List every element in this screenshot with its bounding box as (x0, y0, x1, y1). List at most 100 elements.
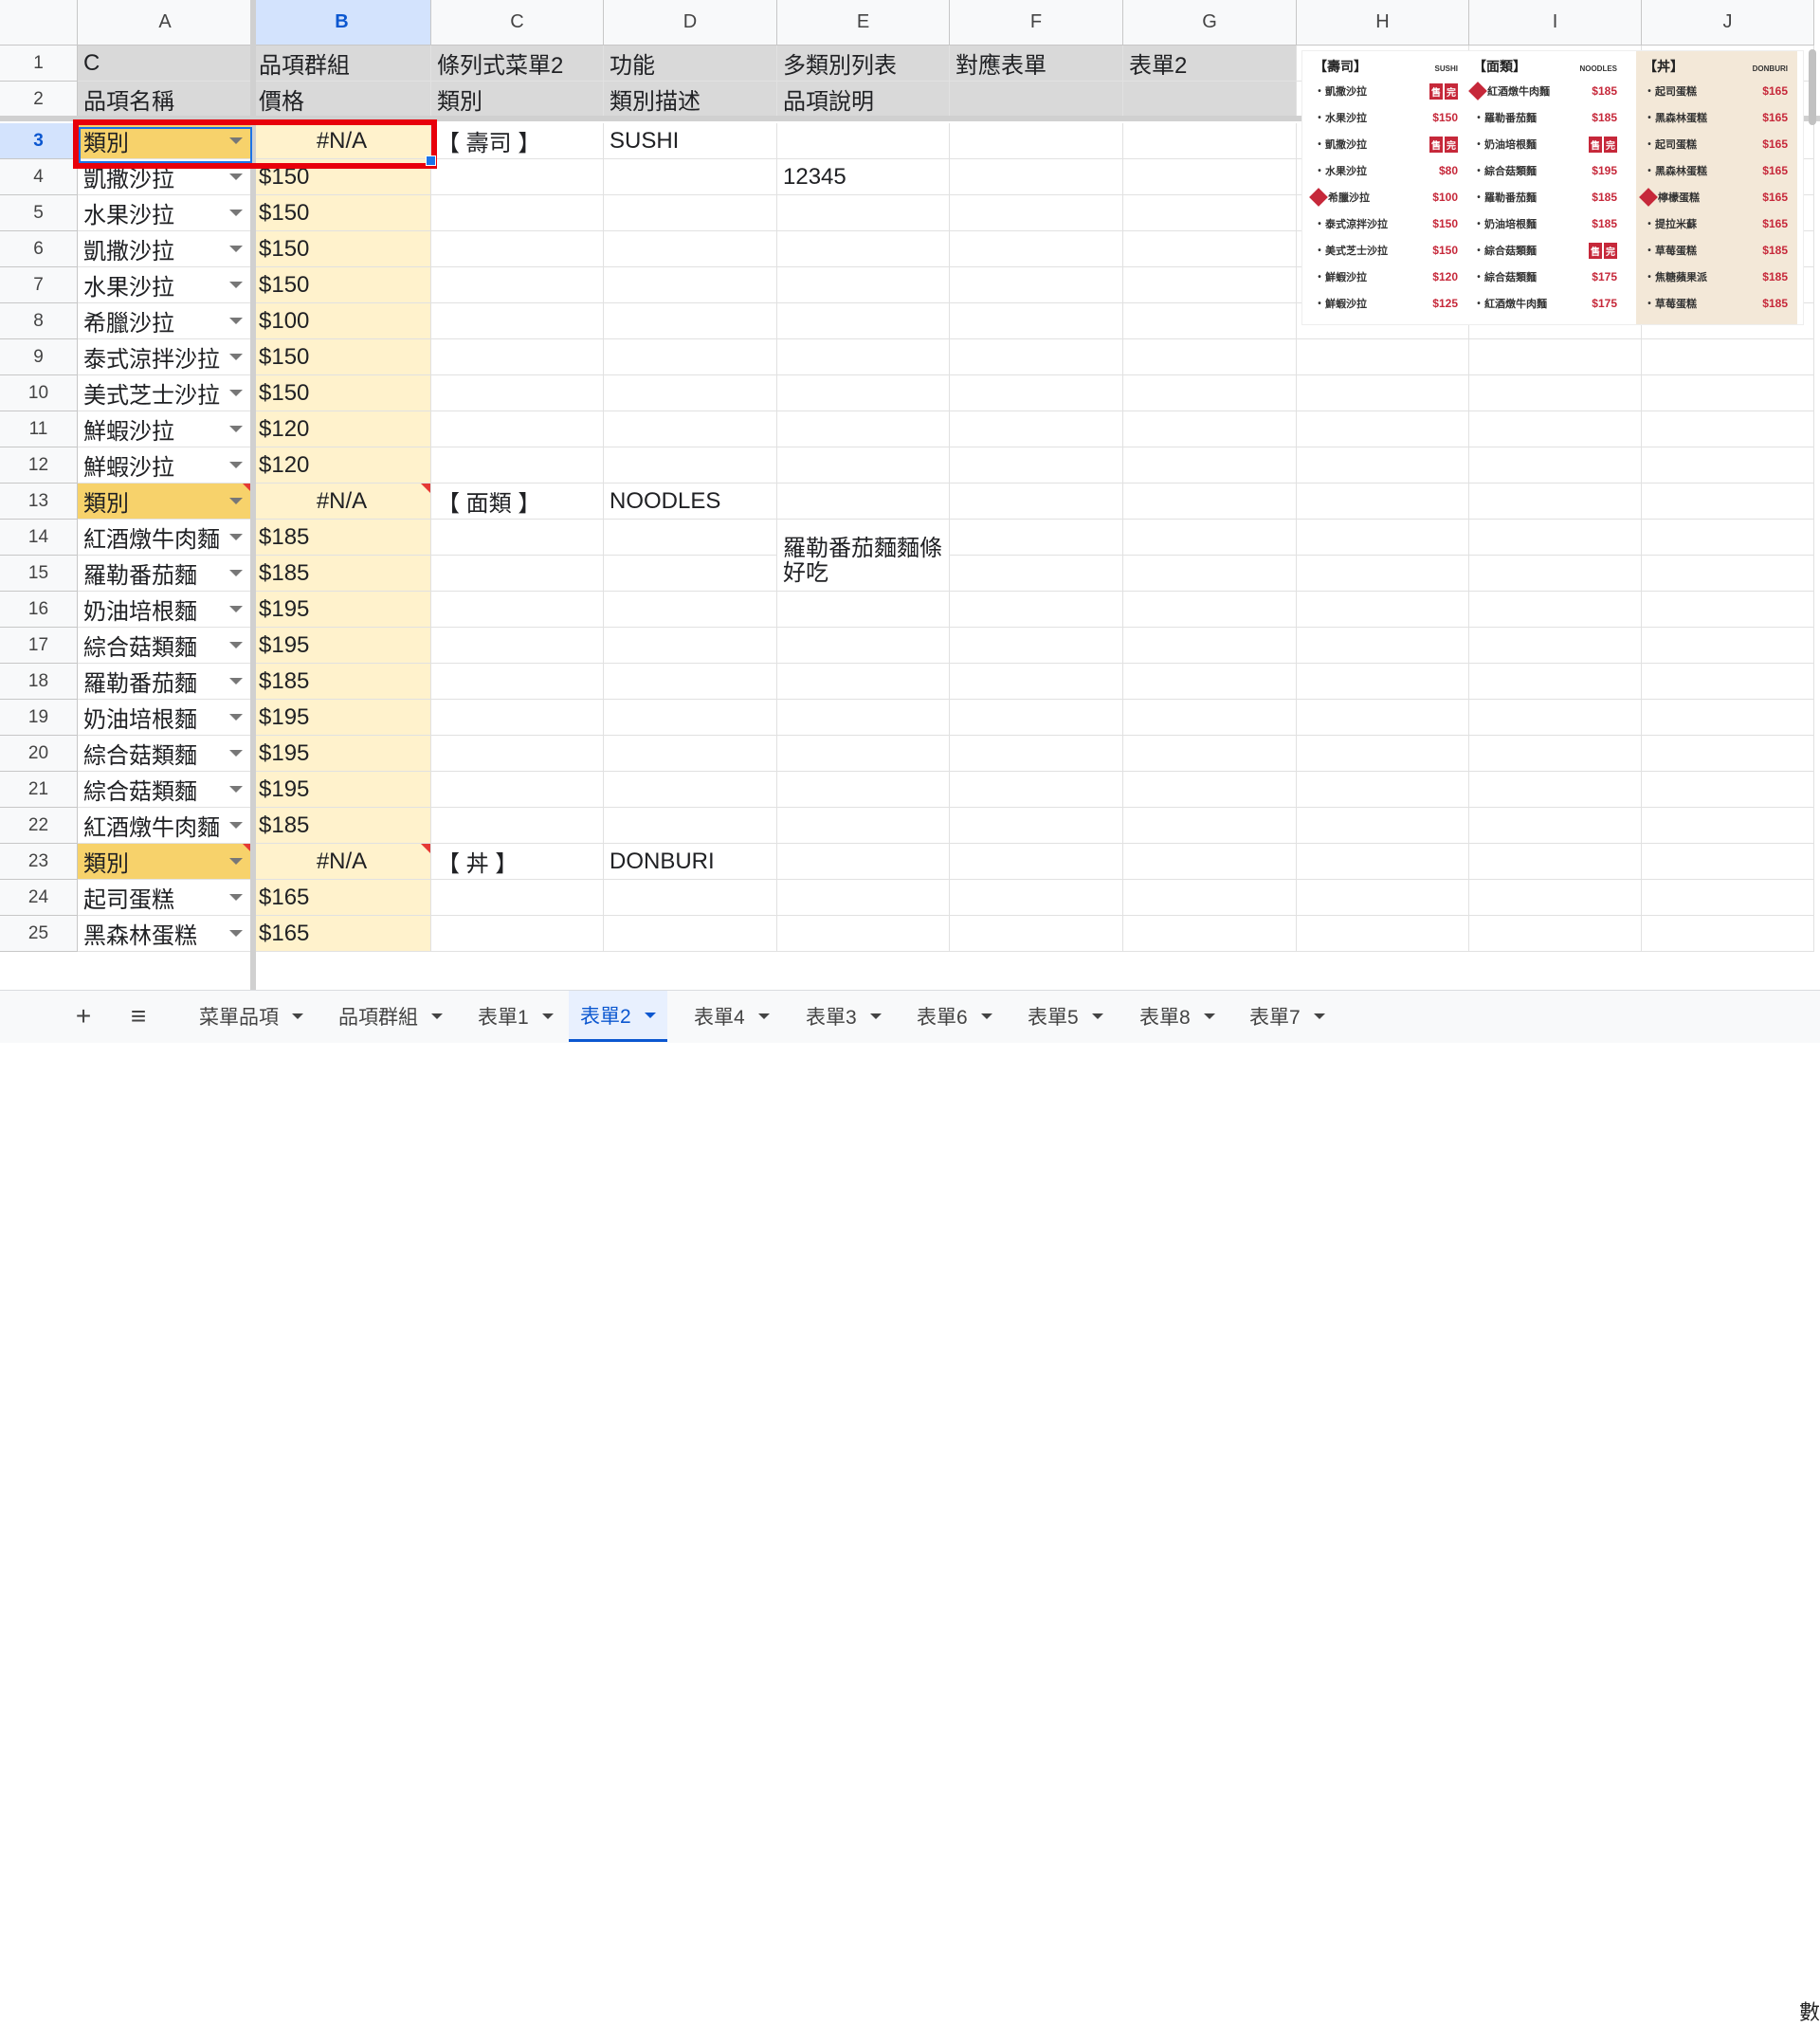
cell-h13[interactable] (1297, 484, 1469, 520)
cell-f25[interactable] (950, 916, 1123, 952)
cell-e21[interactable] (777, 772, 950, 808)
cell-g22[interactable] (1123, 808, 1297, 844)
dropdown-chevron-icon[interactable] (229, 173, 243, 180)
cell-h11[interactable] (1297, 411, 1469, 447)
dropdown-chevron-icon[interactable] (229, 354, 243, 360)
cell-h25[interactable] (1297, 916, 1469, 952)
cell-e16[interactable] (777, 592, 950, 628)
cell-b18[interactable]: $185 (253, 664, 431, 700)
cell-a5[interactable]: 水果沙拉 (78, 195, 253, 231)
add-sheet-button[interactable]: + (64, 991, 102, 1042)
cell-e15[interactable]: 羅勒番茄麵麵條好吃 (777, 537, 950, 592)
cell-b24[interactable]: $165 (253, 880, 431, 916)
cell-f2[interactable] (950, 82, 1123, 118)
column-header-g[interactable]: G (1123, 0, 1297, 46)
cell-b9[interactable]: $150 (253, 339, 431, 375)
sheet-tab-6[interactable]: 表單3 (794, 991, 893, 1042)
dropdown-chevron-icon[interactable] (229, 534, 243, 540)
cell-e2[interactable]: 品項說明 (777, 82, 950, 118)
row-header-6[interactable]: 6 (0, 231, 78, 267)
cell-c12[interactable] (431, 447, 604, 484)
row-header-11[interactable]: 11 (0, 411, 78, 447)
cell-b17[interactable]: $195 (253, 628, 431, 664)
cell-a7[interactable]: 水果沙拉 (78, 267, 253, 303)
cell-c21[interactable] (431, 772, 604, 808)
cell-b12[interactable]: $120 (253, 447, 431, 484)
cell-b13[interactable]: #N/A (253, 484, 431, 520)
cell-c16[interactable] (431, 592, 604, 628)
cell-i15[interactable] (1469, 556, 1642, 592)
cell-i11[interactable] (1469, 411, 1642, 447)
cell-g21[interactable] (1123, 772, 1297, 808)
cell-c8[interactable] (431, 303, 604, 339)
cell-j14[interactable] (1642, 520, 1814, 556)
cell-c18[interactable] (431, 664, 604, 700)
cell-j21[interactable] (1642, 772, 1814, 808)
column-header-e[interactable]: E (777, 0, 950, 46)
cell-i18[interactable] (1469, 664, 1642, 700)
cell-j17[interactable] (1642, 628, 1814, 664)
cell-c14[interactable] (431, 520, 604, 556)
row-header-22[interactable]: 22 (0, 808, 78, 844)
cell-a10[interactable]: 美式芝士沙拉 (78, 375, 253, 411)
sheet-tab-10[interactable]: 表單7 (1238, 991, 1337, 1042)
cell-j24[interactable] (1642, 880, 1814, 916)
cell-b22[interactable]: $185 (253, 808, 431, 844)
cell-d2[interactable]: 類別描述 (604, 82, 777, 118)
cell-f8[interactable] (950, 303, 1123, 339)
cell-h19[interactable] (1297, 700, 1469, 736)
cell-e9[interactable] (777, 339, 950, 375)
cell-h12[interactable] (1297, 447, 1469, 484)
cell-h18[interactable] (1297, 664, 1469, 700)
cell-a3[interactable]: 類別 (78, 123, 253, 159)
dropdown-chevron-icon[interactable] (229, 498, 243, 504)
cell-d14[interactable] (604, 520, 777, 556)
cell-e7[interactable] (777, 267, 950, 303)
cell-i20[interactable] (1469, 736, 1642, 772)
cell-d18[interactable] (604, 664, 777, 700)
cell-d21[interactable] (604, 772, 777, 808)
all-sheets-menu-icon[interactable]: ≡ (119, 991, 157, 1042)
cell-f17[interactable] (950, 628, 1123, 664)
sheet-tab-2[interactable]: 品項群組 (327, 991, 454, 1042)
cell-f11[interactable] (950, 411, 1123, 447)
cell-c5[interactable] (431, 195, 604, 231)
chevron-down-icon[interactable] (980, 1013, 992, 1019)
row-header-8[interactable]: 8 (0, 303, 78, 339)
cell-f1[interactable]: 對應表單 (950, 46, 1123, 82)
cell-i9[interactable] (1469, 339, 1642, 375)
cell-g8[interactable] (1123, 303, 1297, 339)
dropdown-chevron-icon[interactable] (229, 210, 243, 216)
cell-g5[interactable] (1123, 195, 1297, 231)
cell-d22[interactable] (604, 808, 777, 844)
cell-b5[interactable]: $150 (253, 195, 431, 231)
cell-a2[interactable]: 品項名稱 (78, 82, 253, 118)
cell-j11[interactable] (1642, 411, 1814, 447)
cell-b2[interactable]: 價格 (253, 82, 431, 118)
cell-i13[interactable] (1469, 484, 1642, 520)
cell-d9[interactable] (604, 339, 777, 375)
cell-g3[interactable] (1123, 123, 1297, 159)
cell-f20[interactable] (950, 736, 1123, 772)
cell-i24[interactable] (1469, 880, 1642, 916)
dropdown-chevron-icon[interactable] (229, 894, 243, 901)
cell-i25[interactable] (1469, 916, 1642, 952)
cell-j12[interactable] (1642, 447, 1814, 484)
cell-f16[interactable] (950, 592, 1123, 628)
cell-j10[interactable] (1642, 375, 1814, 411)
dropdown-chevron-icon[interactable] (229, 678, 243, 684)
cell-h16[interactable] (1297, 592, 1469, 628)
cell-a25[interactable]: 黑森林蛋糕 (78, 916, 253, 952)
cell-h23[interactable] (1297, 844, 1469, 880)
cell-i19[interactable] (1469, 700, 1642, 736)
cell-d1[interactable]: 功能 (604, 46, 777, 82)
cell-d12[interactable] (604, 447, 777, 484)
chevron-down-icon[interactable] (1313, 1013, 1325, 1019)
cell-a24[interactable]: 起司蛋糕 (78, 880, 253, 916)
cell-a16[interactable]: 奶油培根麵 (78, 592, 253, 628)
cell-g10[interactable] (1123, 375, 1297, 411)
chevron-down-icon[interactable] (869, 1013, 882, 1019)
cell-f21[interactable] (950, 772, 1123, 808)
cell-i14[interactable] (1469, 520, 1642, 556)
fill-handle[interactable] (426, 155, 436, 166)
